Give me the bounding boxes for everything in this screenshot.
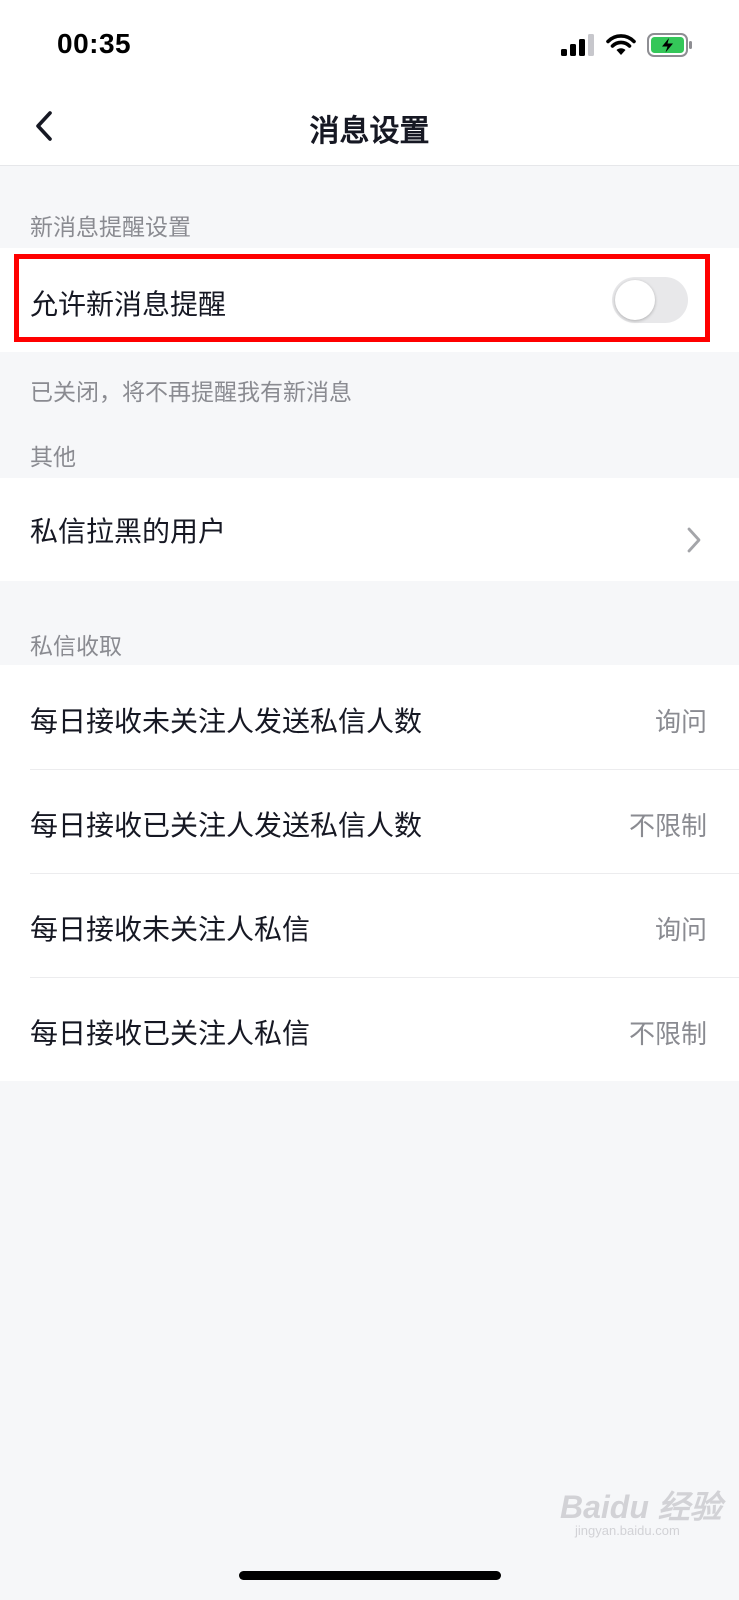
cellular-signal-icon — [561, 34, 594, 56]
wifi-icon — [606, 34, 636, 55]
status-bar: 00:35 — [0, 0, 739, 88]
dm-row-label[interactable]: 每日接收已关注人发送私信人数 — [30, 804, 422, 844]
watermark-logo: Baidu 经验 — [560, 1489, 722, 1525]
dm-row-label[interactable]: 每日接收已关注人私信 — [30, 1012, 310, 1052]
dm-row-label[interactable]: 每日接收未关注人发送私信人数 — [30, 700, 422, 740]
blocked-users-row[interactable]: 私信拉黑的用户 — [0, 478, 739, 581]
dm-row-value[interactable]: 不限制 — [629, 1014, 707, 1051]
watermark-url: jingyan.baidu.com — [575, 1523, 680, 1538]
dm-row-label[interactable]: 每日接收未关注人私信 — [30, 908, 310, 948]
nav-bar: 消息设置 — [0, 88, 739, 166]
section-header-dm-receive: 私信收取 — [30, 634, 122, 660]
divider — [30, 977, 739, 978]
home-indicator — [239, 1571, 501, 1580]
section-header-new-message: 新消息提醒设置 — [30, 215, 191, 241]
dm-row-value[interactable]: 不限制 — [629, 806, 707, 843]
divider — [30, 769, 739, 770]
battery-charging-icon — [647, 33, 692, 57]
chevron-right-icon — [687, 527, 701, 553]
dm-row-value[interactable]: 询问 — [655, 910, 707, 947]
dm-receive-card: 每日接收未关注人发送私信人数 询问 每日接收已关注人发送私信人数 不限制 每日接… — [0, 665, 739, 1081]
status-time: 00:35 — [57, 28, 132, 59]
blocked-users-label: 私信拉黑的用户 — [30, 515, 227, 548]
divider — [30, 873, 739, 874]
notification-off-footnote: 已关闭，将不再提醒我有新消息 — [30, 380, 352, 406]
dm-row-value[interactable]: 询问 — [655, 702, 707, 739]
status-icons — [561, 33, 693, 57]
highlight-box — [14, 254, 710, 342]
page-title: 消息设置 — [309, 114, 430, 149]
section-header-other: 其他 — [30, 445, 76, 471]
